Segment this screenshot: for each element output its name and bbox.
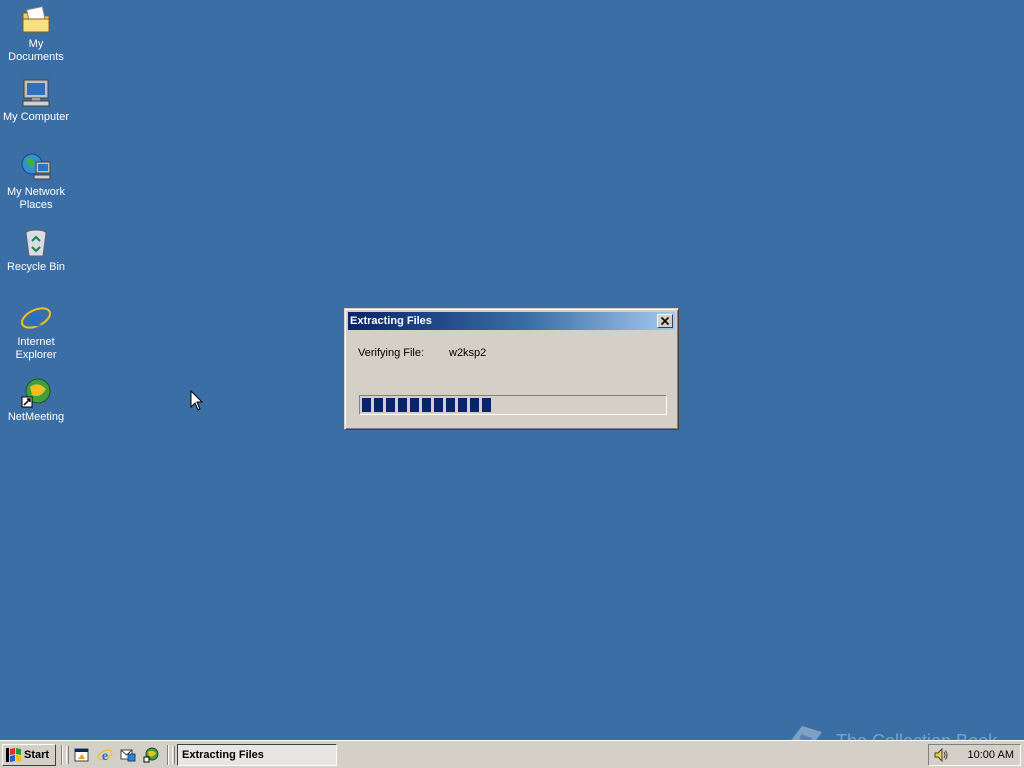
verifying-file-name: w2ksp2 <box>449 347 487 359</box>
extracting-files-dialog: Extracting Files Verifying File: w2ksp2 <box>344 308 679 430</box>
task-list-grip[interactable] <box>172 746 175 764</box>
desktop-icon-label: My Computer <box>2 111 70 123</box>
taskbar: Start e Extracting Files 10:00 AM <box>0 740 1024 768</box>
my-computer-icon <box>20 77 52 109</box>
progress-fill <box>362 398 492 412</box>
verifying-file-label: Verifying File: <box>358 347 425 359</box>
start-label: Start <box>24 749 50 761</box>
show-desktop-icon[interactable] <box>74 747 90 763</box>
task-button-label: Extracting Files <box>182 749 264 761</box>
network-places-icon <box>20 152 52 184</box>
desktop-icon-internet-explorer[interactable]: e Internet Explorer <box>0 302 72 362</box>
netmeeting-icon <box>20 377 52 409</box>
svg-text:e: e <box>30 303 42 332</box>
desktop-icon-label: Recycle Bin <box>6 261 66 273</box>
desktop-icon-label: My Documents <box>8 38 64 63</box>
dialog-title: Extracting Files <box>350 315 432 327</box>
desktop-icon-label: Internet Explorer <box>15 336 57 361</box>
internet-explorer-icon[interactable]: e <box>97 747 113 763</box>
windows-logo-icon <box>6 748 21 762</box>
close-icon <box>660 316 670 326</box>
mouse-pointer-icon <box>190 390 204 411</box>
dialog-titlebar[interactable]: Extracting Files <box>348 312 675 330</box>
task-button-extracting-files[interactable]: Extracting Files <box>177 744 337 766</box>
my-documents-icon <box>20 4 52 36</box>
start-button[interactable]: Start <box>2 744 56 766</box>
desktop-icon-my-documents[interactable]: My Documents <box>0 4 72 64</box>
recycle-bin-icon <box>20 227 52 259</box>
taskbar-separator <box>61 745 63 765</box>
quick-launch-grip[interactable] <box>66 746 69 764</box>
svg-text:e: e <box>102 749 108 763</box>
taskbar-separator <box>167 745 169 765</box>
volume-icon[interactable] <box>933 747 949 763</box>
desktop-icon-my-computer[interactable]: My Computer <box>0 77 72 124</box>
desktop-icon-my-network-places[interactable]: My Network Places <box>0 152 72 212</box>
internet-explorer-icon: e <box>20 302 52 334</box>
outlook-express-icon[interactable] <box>120 747 136 763</box>
system-tray: 10:00 AM <box>928 744 1021 766</box>
netmeeting-icon[interactable] <box>143 747 159 763</box>
desktop-icon-label: My Network Places <box>6 186 66 211</box>
clock[interactable]: 10:00 AM <box>968 745 1014 765</box>
desktop-icon-netmeeting[interactable]: NetMeeting <box>0 377 72 424</box>
extraction-progress-bar <box>359 395 667 415</box>
close-button[interactable] <box>657 314 673 328</box>
desktop-icon-label: NetMeeting <box>7 411 65 423</box>
desktop-icon-recycle-bin[interactable]: Recycle Bin <box>0 227 72 274</box>
